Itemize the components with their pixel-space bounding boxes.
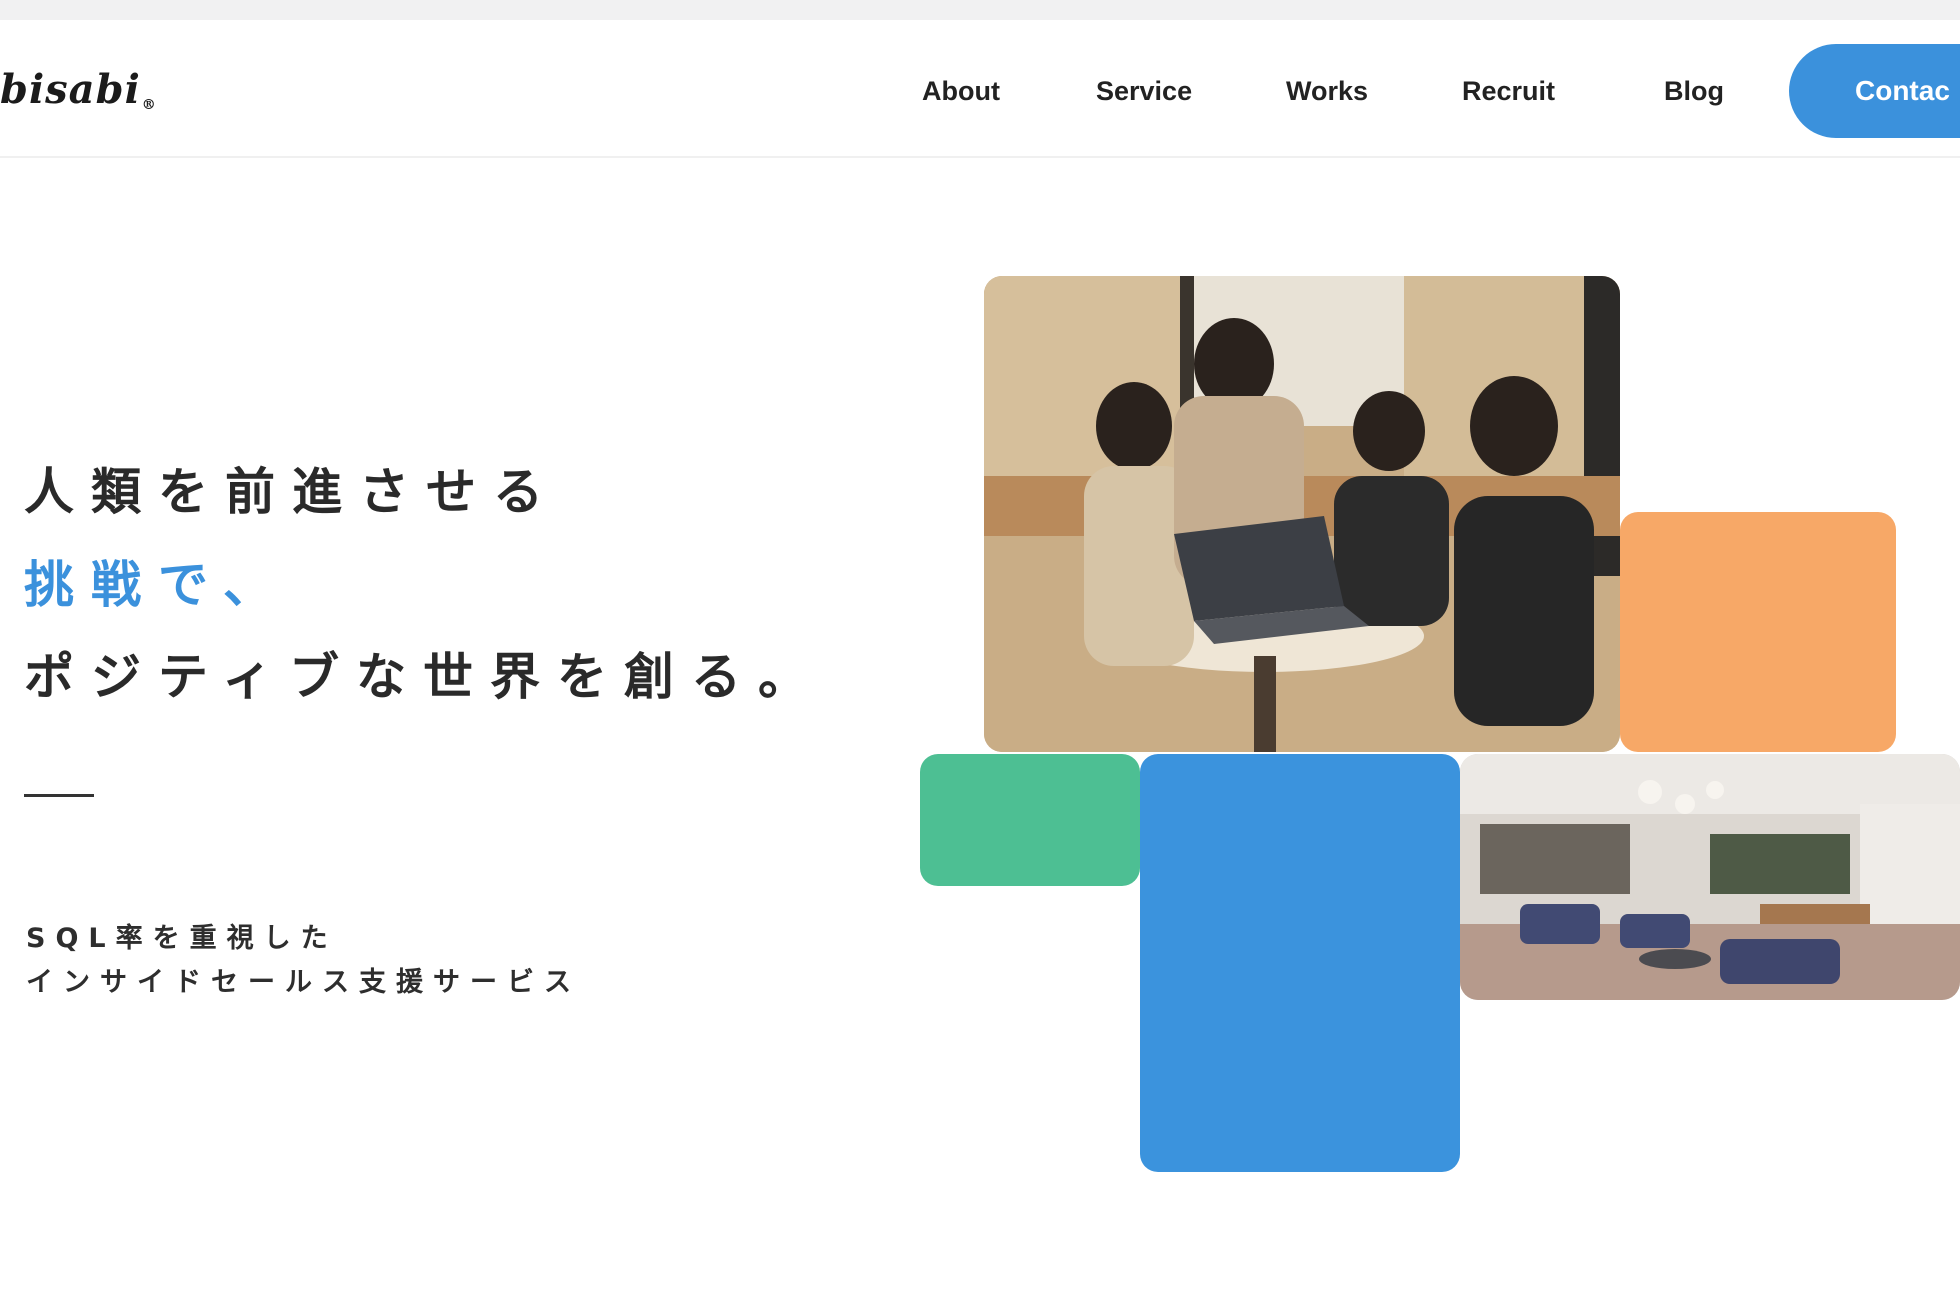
nav-recruit[interactable]: Recruit <box>1462 74 1555 108</box>
nav-blog[interactable]: Blog <box>1664 74 1724 108</box>
nav-service[interactable]: Service <box>1096 74 1192 108</box>
nav-about[interactable]: About <box>922 74 1000 108</box>
blue-tile <box>1140 754 1460 1172</box>
logo-registered-mark: ® <box>141 97 157 113</box>
service-tagline-2: インサイドセールス支援サービス <box>26 967 581 998</box>
site-logo[interactable]: bisabi® <box>0 66 157 126</box>
hero-line-1: 人類を前進させる <box>24 463 560 521</box>
team-photo <box>984 276 1620 752</box>
office-lounge-photo <box>1460 754 1960 1000</box>
nav-works[interactable]: Works <box>1286 74 1368 108</box>
green-tile <box>920 754 1140 886</box>
logo-text: bisabi <box>0 66 141 113</box>
hero-line-2: 挑戦で、 <box>24 556 290 614</box>
hero-line-3: ポジティブな世界を創る。 <box>24 648 825 706</box>
orange-tile <box>1620 512 1896 752</box>
page: bisabi® About Service Works Recruit Blog… <box>0 0 1960 1304</box>
site-header: bisabi® About Service Works Recruit Blog… <box>0 20 1960 158</box>
contact-button[interactable]: Contac <box>1789 44 1960 138</box>
hero-divider <box>24 794 94 797</box>
browser-top-strip <box>0 0 1960 20</box>
service-tagline-1: SQL率を重視した <box>26 923 338 954</box>
